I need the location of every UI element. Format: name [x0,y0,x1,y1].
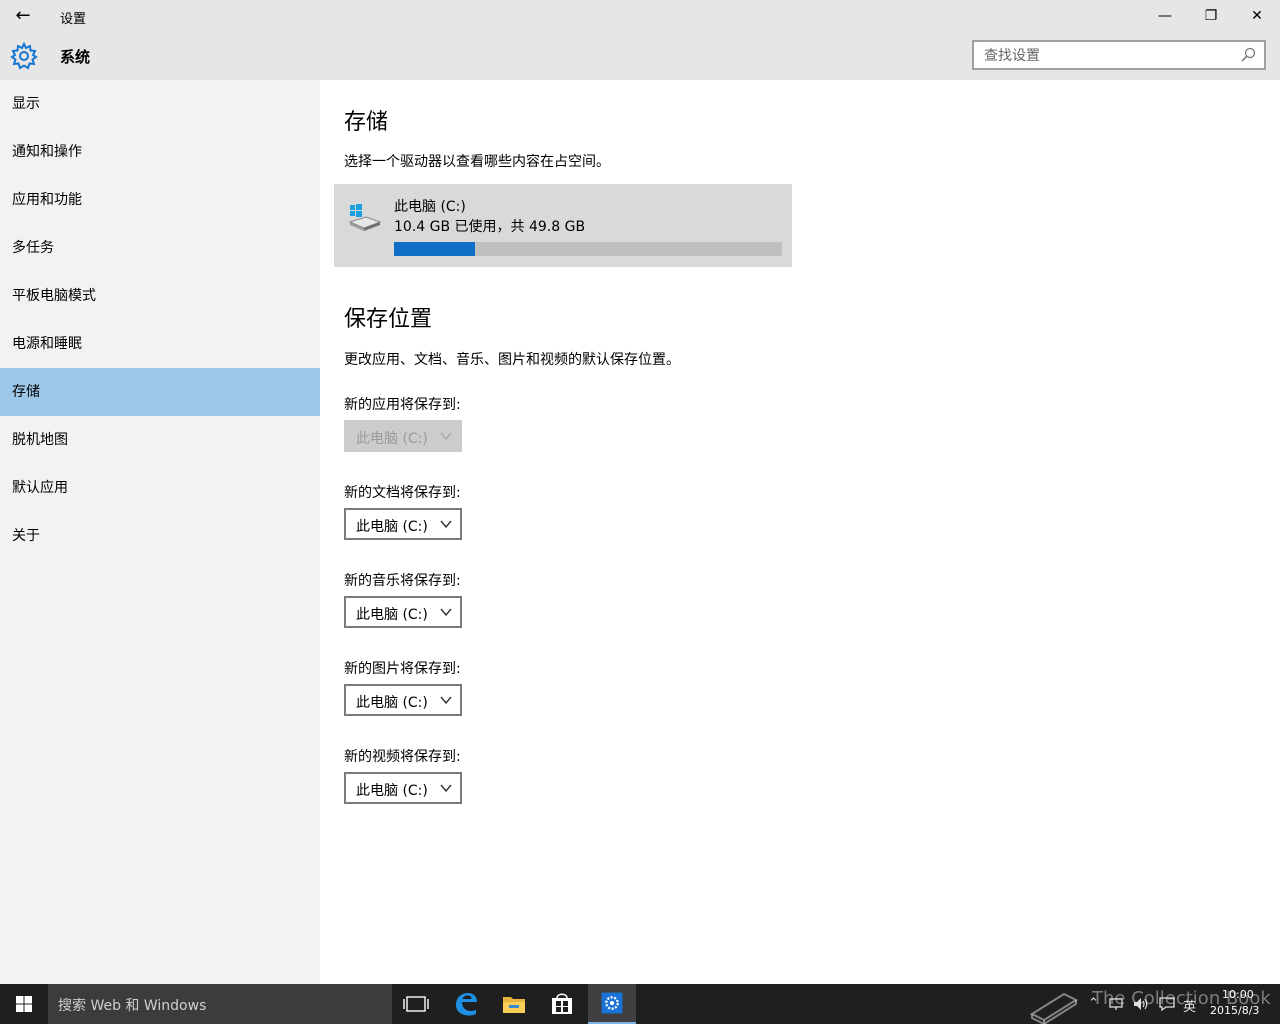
sidebar-item-about[interactable]: 关于 [0,512,320,560]
settings-header: 系统 [0,32,1280,80]
title-bar: ← 设置 — ❐ ✕ [0,0,1280,32]
sidebar-item-display[interactable]: 显示 [0,80,320,128]
clock-date[interactable]: 2015/8/3 [1210,1004,1259,1017]
main-content: 存储 选择一个驱动器以查看哪些内容在占空间。 此电脑 (C:) 10.4 GB … [320,80,1280,984]
sidebar: 显示 通知和操作 应用和功能 多任务 平板电脑模式 电源和睡眠 存储 脱机地图 … [0,80,320,984]
dropdown-value: 此电脑 (C:) [356,783,428,799]
storage-heading: 存储 [344,110,389,135]
back-arrow-icon: ← [15,5,31,26]
music-save-dropdown[interactable]: 此电脑 (C:) [344,596,462,628]
drive-name: 此电脑 (C:) [394,199,466,215]
dropdown-value: 此电脑 (C:) [356,519,428,535]
storage-description: 选择一个驱动器以查看哪些内容在占空间。 [344,154,610,170]
network-icon[interactable] [1108,996,1126,1012]
chevron-down-icon [440,696,452,705]
sidebar-item-multitasking[interactable]: 多任务 [0,224,320,272]
tray-chevron-up-icon[interactable]: ⌃ [1088,996,1099,1011]
windows-logo-icon [16,996,32,1012]
chevron-down-icon [440,432,452,441]
save-locations-description: 更改应用、文档、音乐、图片和视频的默认保存位置。 [344,352,680,368]
chevron-down-icon [440,608,452,617]
settings-app-icon[interactable] [588,984,636,1024]
dropdown-value: 此电脑 (C:) [356,695,428,711]
dropdown-value: 此电脑 (C:) [356,431,428,447]
window-title: 设置 [60,12,87,27]
sidebar-item-storage[interactable]: 存储 [0,368,320,416]
gear-icon [10,42,38,70]
restore-button[interactable]: ❐ [1188,0,1234,32]
pictures-save-dropdown[interactable]: 此电脑 (C:) [344,684,462,716]
drive-tile-c[interactable]: 此电脑 (C:) 10.4 GB 已使用，共 49.8 GB [334,184,792,267]
sidebar-item-apps[interactable]: 应用和功能 [0,176,320,224]
search-input[interactable] [982,45,1236,67]
sidebar-item-notifications[interactable]: 通知和操作 [0,128,320,176]
sidebar-item-offline-maps[interactable]: 脱机地图 [0,416,320,464]
minimize-icon: — [1158,8,1172,24]
documents-save-dropdown[interactable]: 此电脑 (C:) [344,508,462,540]
action-center-icon[interactable] [1158,996,1176,1012]
taskbar: 搜索 Web 和 Windows The Collection Book ⌃ 英… [0,984,1280,1024]
hard-drive-icon [348,204,382,231]
section-title: 系统 [60,48,91,66]
back-button[interactable]: ← [8,4,38,28]
music-save-label: 新的音乐将保存到: [344,573,461,589]
sidebar-item-tablet-mode[interactable]: 平板电脑模式 [0,272,320,320]
store-icon[interactable] [538,984,586,1024]
search-icon[interactable] [1240,47,1256,63]
watermark-book-icon [1029,992,1079,1024]
dropdown-value: 此电脑 (C:) [356,607,428,623]
usage-bar-fill [394,242,476,256]
sidebar-item-power-sleep[interactable]: 电源和睡眠 [0,320,320,368]
sidebar-item-default-apps[interactable]: 默认应用 [0,464,320,512]
file-explorer-icon[interactable] [490,984,538,1024]
documents-save-label: 新的文档将保存到: [344,485,461,501]
close-button[interactable]: ✕ [1234,0,1280,32]
edge-browser-icon[interactable] [442,984,490,1024]
videos-save-label: 新的视频将保存到: [344,749,461,765]
volume-icon[interactable] [1132,996,1150,1012]
search-box[interactable] [972,40,1266,70]
ime-indicator[interactable]: 英 [1183,996,1196,1015]
minimize-button[interactable]: — [1142,0,1188,32]
usage-bar [394,242,782,256]
start-button[interactable] [0,984,48,1024]
taskbar-search[interactable]: 搜索 Web 和 Windows [48,984,392,1024]
chevron-down-icon [440,520,452,529]
clock-time[interactable]: 10:00 [1222,988,1254,1001]
pictures-save-label: 新的图片将保存到: [344,661,461,677]
close-icon: ✕ [1251,8,1263,24]
videos-save-dropdown[interactable]: 此电脑 (C:) [344,772,462,804]
taskbar-search-text: 搜索 Web 和 Windows [58,998,207,1014]
save-locations-heading: 保存位置 [344,307,433,332]
apps-save-dropdown: 此电脑 (C:) [344,420,462,452]
chevron-down-icon [440,784,452,793]
task-view-icon[interactable] [392,984,440,1024]
restore-icon: ❐ [1204,8,1218,24]
apps-save-label: 新的应用将保存到: [344,397,461,413]
drive-usage: 10.4 GB 已使用，共 49.8 GB [394,219,586,235]
